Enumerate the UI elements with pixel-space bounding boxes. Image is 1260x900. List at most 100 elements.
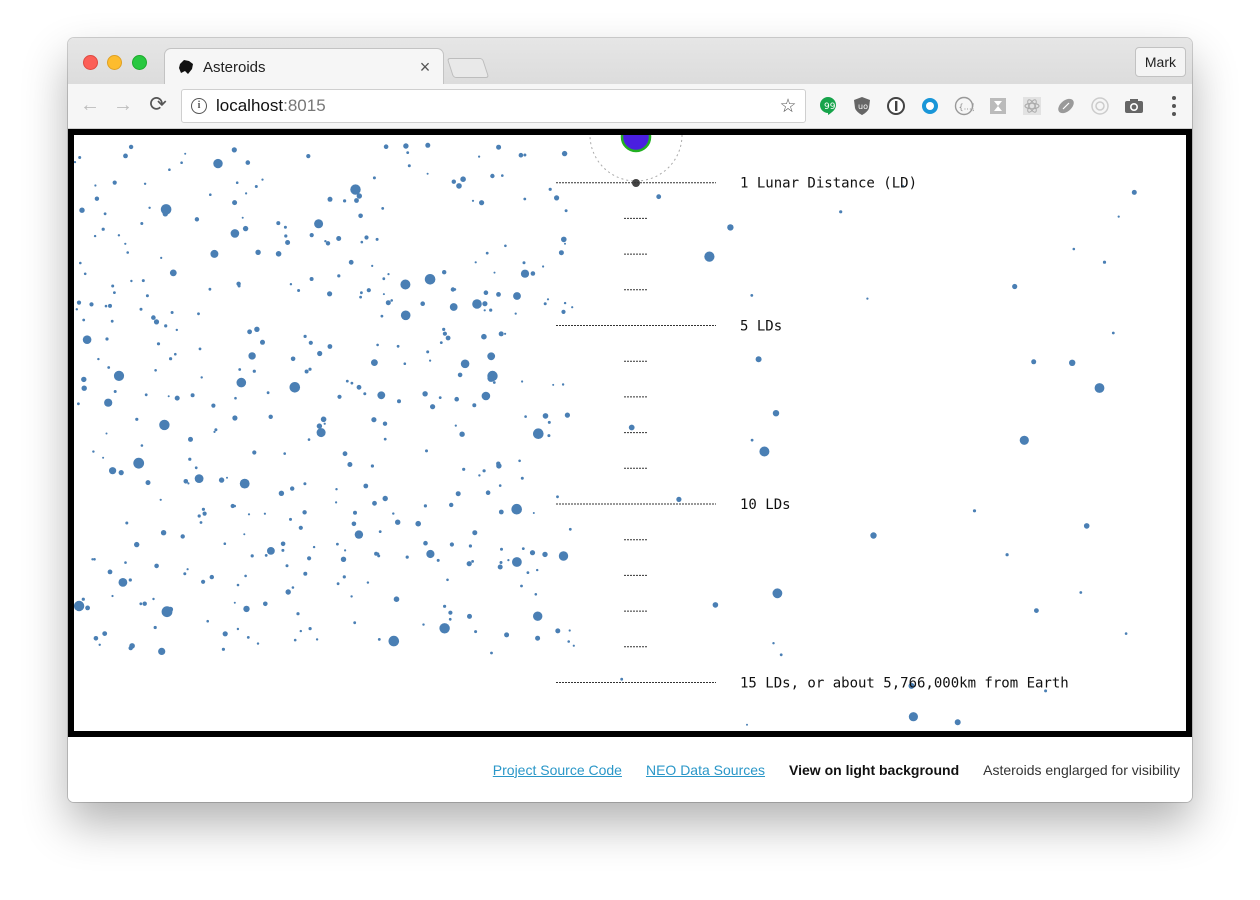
forward-button[interactable]: →: [112, 94, 134, 116]
asteroid-dot: [340, 556, 347, 562]
close-window-button[interactable]: [83, 55, 98, 70]
asteroid-dot: [370, 464, 374, 468]
asteroid-dot: [161, 606, 173, 618]
asteroid-dot: [558, 250, 564, 256]
asteroid-dot: [124, 242, 127, 245]
asteroid-dot: [422, 391, 428, 397]
tab-asteroids[interactable]: Asteroids ×: [164, 48, 444, 85]
asteroid-dot: [772, 642, 775, 645]
asteroid-dot: [779, 653, 783, 657]
asteroid-dot: [160, 530, 167, 536]
earth-marker: [620, 135, 652, 153]
asteroid-dot: [572, 644, 575, 647]
asteroid-dot: [496, 463, 502, 469]
asteroid-dot: [546, 298, 550, 301]
asteroid-dot: [364, 235, 369, 240]
zoom-window-button[interactable]: [132, 55, 147, 70]
menu-icon[interactable]: [1172, 96, 1176, 116]
asteroid-dot: [376, 343, 379, 347]
asteroid-dot: [436, 558, 440, 562]
asteroid-dot: [190, 393, 195, 398]
asteroid-dot: [327, 344, 333, 349]
light-background-toggle[interactable]: View on light background: [789, 762, 959, 778]
asteroid-dot: [487, 352, 496, 361]
asteroid-dot: [511, 503, 522, 515]
asteroid-dot: [254, 326, 260, 332]
asteroid-dot: [214, 428, 218, 432]
asteroid-dot: [542, 413, 549, 419]
football-icon[interactable]: [1056, 96, 1076, 116]
asteroid-dot: [197, 514, 201, 518]
asteroid-dot: [426, 549, 435, 559]
minimize-window-button[interactable]: [107, 55, 122, 70]
asteroid-dot: [236, 583, 240, 587]
asteroid-dot: [324, 240, 327, 243]
back-button[interactable]: ←: [79, 94, 101, 116]
asteroid-dot: [168, 168, 171, 171]
asteroid-dot: [174, 395, 180, 401]
close-tab-icon[interactable]: ×: [417, 57, 433, 77]
url-host: localhost: [216, 96, 284, 115]
target-icon[interactable]: [1090, 96, 1110, 116]
asteroid-dot: [536, 568, 539, 572]
new-tab-button[interactable]: [446, 58, 490, 78]
asteroid-dot: [501, 174, 504, 177]
asteroid-dot: [235, 181, 239, 184]
asteroid-dot: [77, 402, 80, 406]
neo-data-sources-link[interactable]: NEO Data Sources: [646, 762, 765, 778]
hourglass-icon[interactable]: [988, 96, 1008, 116]
asteroid-dot: [118, 578, 128, 587]
react-icon[interactable]: [1022, 96, 1042, 116]
asteroid-dot: [102, 456, 105, 459]
asteroid-dot: [377, 638, 381, 641]
asteroid-dot: [299, 629, 302, 633]
asteroid-dot: [378, 530, 382, 533]
asteroid-dot: [285, 589, 291, 595]
asteroid-dot: [250, 554, 254, 558]
address-bar[interactable]: i localhost:8015 ☆: [181, 89, 806, 123]
asteroid-dot: [521, 547, 525, 550]
asteroid-dot: [547, 434, 551, 438]
asteroid-dot: [266, 391, 270, 395]
asteroid-dot: [92, 450, 95, 453]
asteroid-dot: [298, 525, 303, 530]
asteroid-dot: [353, 621, 357, 625]
asteroid-dot: [866, 297, 869, 300]
profile-button[interactable]: Mark: [1134, 47, 1186, 77]
asteroid-dot: [746, 723, 748, 726]
asteroid-dot: [482, 301, 488, 307]
braces-icon[interactable]: {…}: [954, 96, 974, 116]
hangouts-icon[interactable]: 99: [818, 96, 838, 116]
asteroid-dot: [343, 199, 347, 203]
asteroid-dot: [154, 369, 157, 372]
asteroid-dot: [521, 380, 524, 383]
asteroid-dot: [1111, 331, 1115, 335]
ublock-icon[interactable]: uo: [852, 96, 872, 116]
asteroid-dot: [323, 422, 326, 425]
info-icon[interactable]: i: [191, 98, 207, 114]
asteroid-dot: [358, 213, 363, 219]
onepassword-icon[interactable]: [886, 96, 906, 116]
asteroid-dot: [194, 466, 198, 470]
asteroid-dot: [385, 300, 391, 306]
asteroid-dot: [297, 289, 301, 292]
asteroid-dot: [211, 403, 216, 408]
project-source-link[interactable]: Project Source Code: [493, 762, 622, 778]
asteroid-dot: [175, 328, 178, 332]
asteroid-dot: [280, 541, 286, 547]
url-text[interactable]: localhost:8015: [216, 96, 777, 116]
asteroid-dot: [750, 438, 754, 442]
asteroid-dot: [233, 601, 236, 604]
asteroid-dot: [839, 210, 843, 214]
asteroid-dot: [533, 611, 543, 621]
camera-icon[interactable]: [1124, 96, 1144, 116]
reload-button[interactable]: ⟳: [147, 94, 169, 116]
asteroid-dot: [498, 484, 502, 487]
bookmark-star-icon[interactable]: ☆: [777, 95, 799, 118]
circle-blue-icon[interactable]: [920, 96, 940, 116]
asteroid-dot: [535, 635, 541, 641]
asteroid-dot: [260, 339, 265, 345]
asteroid-dot: [124, 561, 127, 564]
asteroid-dot: [351, 521, 357, 527]
asteroid-dot: [308, 627, 312, 631]
